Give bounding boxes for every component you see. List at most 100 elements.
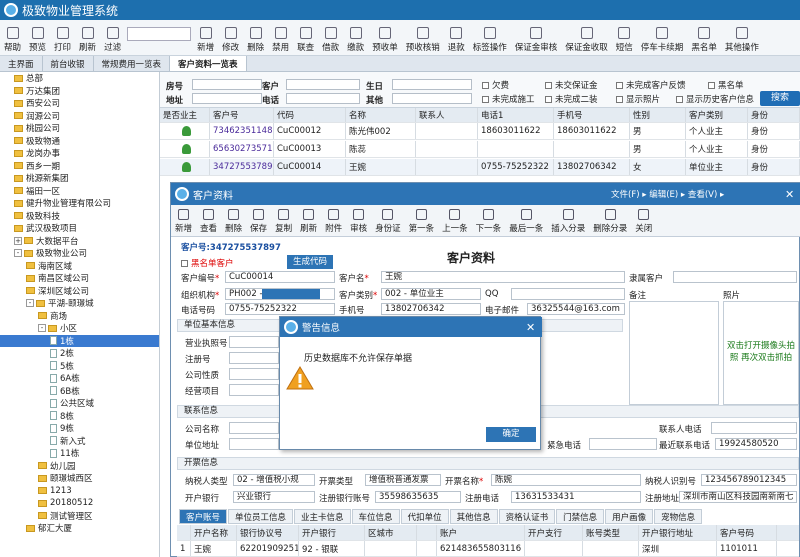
dialog-btn-1[interactable]: 查看 (196, 209, 221, 234)
nature-field[interactable] (229, 368, 279, 380)
dialog-btn-10[interactable]: 上一条 (438, 209, 472, 234)
grid-header-cell[interactable]: 是否业主 (160, 108, 210, 122)
grid-header-cell[interactable]: 代码 (274, 108, 346, 122)
chk-feedback[interactable]: 未完成客户反馈 (616, 79, 686, 91)
toolbar-btn-13[interactable]: 预收核销 (402, 27, 444, 53)
regno-field[interactable] (229, 352, 279, 364)
toolbar-btn-5[interactable]: 新增 (193, 27, 218, 53)
tree-node[interactable]: 9栋 (0, 422, 159, 435)
tree-node[interactable]: 深圳区域公司 (0, 285, 159, 298)
dialog-btn-15[interactable]: 关闭 (631, 209, 656, 234)
taxid-field[interactable]: 123456789012345 (701, 474, 797, 486)
tree-node[interactable]: 万达集团 (0, 85, 159, 98)
detail-tab-3[interactable]: 车位信息 (351, 509, 400, 524)
bank-field[interactable]: 兴业银行 (233, 491, 315, 503)
tree-node[interactable]: 南昌区域公司 (0, 272, 159, 285)
tree-node[interactable]: 西安公司 (0, 97, 159, 110)
chk-blacklist-customer[interactable]: 黑名单客户 (181, 257, 234, 269)
tree-node[interactable]: 龙岗办事 (0, 147, 159, 160)
reg-acct-field[interactable]: 35598635635 (375, 491, 461, 503)
phone-input[interactable] (286, 93, 360, 104)
toolbar-btn-18[interactable]: 短信 (612, 27, 637, 53)
tree-node[interactable]: 幼儿园 (0, 460, 159, 473)
toolbar-btn-14[interactable]: 退款 (444, 27, 469, 53)
toolbar-btn-8[interactable]: 禁用 (268, 27, 293, 53)
tree-node[interactable]: 5栋 (0, 360, 159, 373)
tree-node[interactable]: 8栋 (0, 410, 159, 423)
inv-type-select[interactable]: 增值税普通发票 (365, 474, 441, 486)
grid-header-cell[interactable]: 身份 (748, 108, 800, 122)
toolbar-btn-4[interactable]: 过滤 (100, 27, 125, 53)
toolbar-btn-10[interactable]: 借款 (318, 27, 343, 53)
mobile-field[interactable]: 13802706342 (381, 303, 481, 315)
toolbar-btn-19[interactable]: 停车卡续期 (637, 27, 688, 53)
chk-blacklist[interactable]: 黑名单 (708, 79, 744, 91)
photo-area[interactable]: 双击打开摄像头拍照 再次双击抓拍 (723, 301, 799, 405)
org-select[interactable]: PH002 - (225, 288, 335, 300)
chk-photo[interactable]: 显示照片 (616, 93, 660, 105)
grid-header-cell[interactable]: 客户号 (210, 108, 274, 122)
qq-field[interactable] (511, 288, 625, 300)
tree-node[interactable]: 11栋 (0, 447, 159, 460)
cust-name-field[interactable]: 王婉 (381, 271, 625, 283)
toolbar-btn-7[interactable]: 删除 (243, 27, 268, 53)
emergency-field[interactable] (589, 438, 657, 450)
toolbar-btn-20[interactable]: 黑名单 (687, 27, 721, 53)
toolbar-search-input[interactable] (127, 27, 192, 41)
tree-node[interactable]: 新入式 (0, 435, 159, 448)
chk-history[interactable]: 显示历史客户信息 (676, 93, 754, 105)
dialog-btn-9[interactable]: 第一条 (405, 209, 439, 234)
room-input[interactable] (192, 79, 262, 90)
tree-node[interactable]: 桃源新集团 (0, 172, 159, 185)
tree-node[interactable]: 1栋 (0, 334, 159, 347)
warning-close-icon[interactable]: ✕ (526, 321, 535, 334)
tree-node[interactable]: 武汉极致项目 (0, 222, 159, 235)
dialog-btn-3[interactable]: 保存 (246, 209, 271, 234)
detail-tab-0[interactable]: 客户账号 (179, 509, 228, 524)
toolbar-btn-6[interactable]: 修改 (218, 27, 243, 53)
email-field[interactable]: 36325544@163.com (527, 303, 625, 315)
tree-node[interactable]: 1213 (0, 485, 159, 498)
grid-header-cell[interactable]: 电话1 (478, 108, 554, 122)
cust-type-select[interactable]: 002 - 单位业主 (381, 288, 481, 300)
tree-node[interactable]: 西乡一期 (0, 160, 159, 173)
tree-node[interactable]: 6A栋 (0, 372, 159, 385)
detail-tab-5[interactable]: 其他信息 (449, 509, 498, 524)
customer-input[interactable] (286, 79, 360, 90)
address-input[interactable] (192, 93, 262, 104)
ok-button[interactable]: 确定 (486, 427, 536, 442)
expander-icon[interactable]: + (14, 236, 22, 245)
tree-node[interactable]: 极致物通 (0, 135, 159, 148)
tab-3[interactable]: 客户资料一览表 (170, 56, 247, 71)
detail-tab-4[interactable]: 代扣单位 (400, 509, 449, 524)
tab-0[interactable]: 主界面 (0, 56, 43, 71)
tree-node[interactable]: 健升物业管理有限公司 (0, 197, 159, 210)
tree-node[interactable]: - 极致物业公司 (0, 247, 159, 260)
toolbar-btn-16[interactable]: 保证金审核 (511, 27, 562, 53)
detail-tab-7[interactable]: 门禁信息 (556, 509, 605, 524)
chk-arrears[interactable]: 欠费 (482, 79, 509, 91)
tree-node[interactable]: + 大数据平台 (0, 235, 159, 248)
detail-tab-2[interactable]: 业主卡信息 (294, 509, 351, 524)
chk-no-deposit[interactable]: 未交保证金 (545, 79, 598, 91)
detail-tab-6[interactable]: 资格认证书 (498, 509, 556, 524)
inv-name-field[interactable]: 陈婉 (491, 474, 641, 486)
dialog-btn-5[interactable]: 刷新 (296, 209, 321, 234)
tree-node[interactable]: 海南区域 (0, 260, 159, 273)
dialog-btn-14[interactable]: 删除分录 (589, 209, 631, 234)
toolbar-btn-21[interactable]: 其他操作 (721, 27, 763, 53)
toolbar-btn-0[interactable]: 帮助 (0, 27, 25, 53)
tree-node[interactable]: 2栋 (0, 347, 159, 360)
chk-decoration[interactable]: 未完成二装 (545, 93, 598, 105)
grid-header-cell[interactable]: 手机号 (554, 108, 630, 122)
table-row[interactable]: 1 王婉 622019092511 92 - 银联 621483655803116 深圳 1… (177, 541, 799, 557)
contact-phone-field[interactable] (711, 422, 797, 434)
detail-tab-8[interactable]: 用户画像 (605, 509, 654, 524)
generate-code-button[interactable]: 生成代码 (287, 255, 333, 269)
tab-2[interactable]: 常规费用一览表 (94, 56, 171, 71)
dialog-btn-4[interactable]: 复制 (271, 209, 296, 234)
dialog-close-icon[interactable]: ✕ (785, 188, 794, 201)
tree-node[interactable]: 总部 (0, 72, 159, 85)
dialog-menu[interactable]: 文件(F) ▸ 编辑(E) ▸ 查看(V) ▸ (611, 188, 724, 200)
chk-construction[interactable]: 未完成施工 (482, 93, 535, 105)
